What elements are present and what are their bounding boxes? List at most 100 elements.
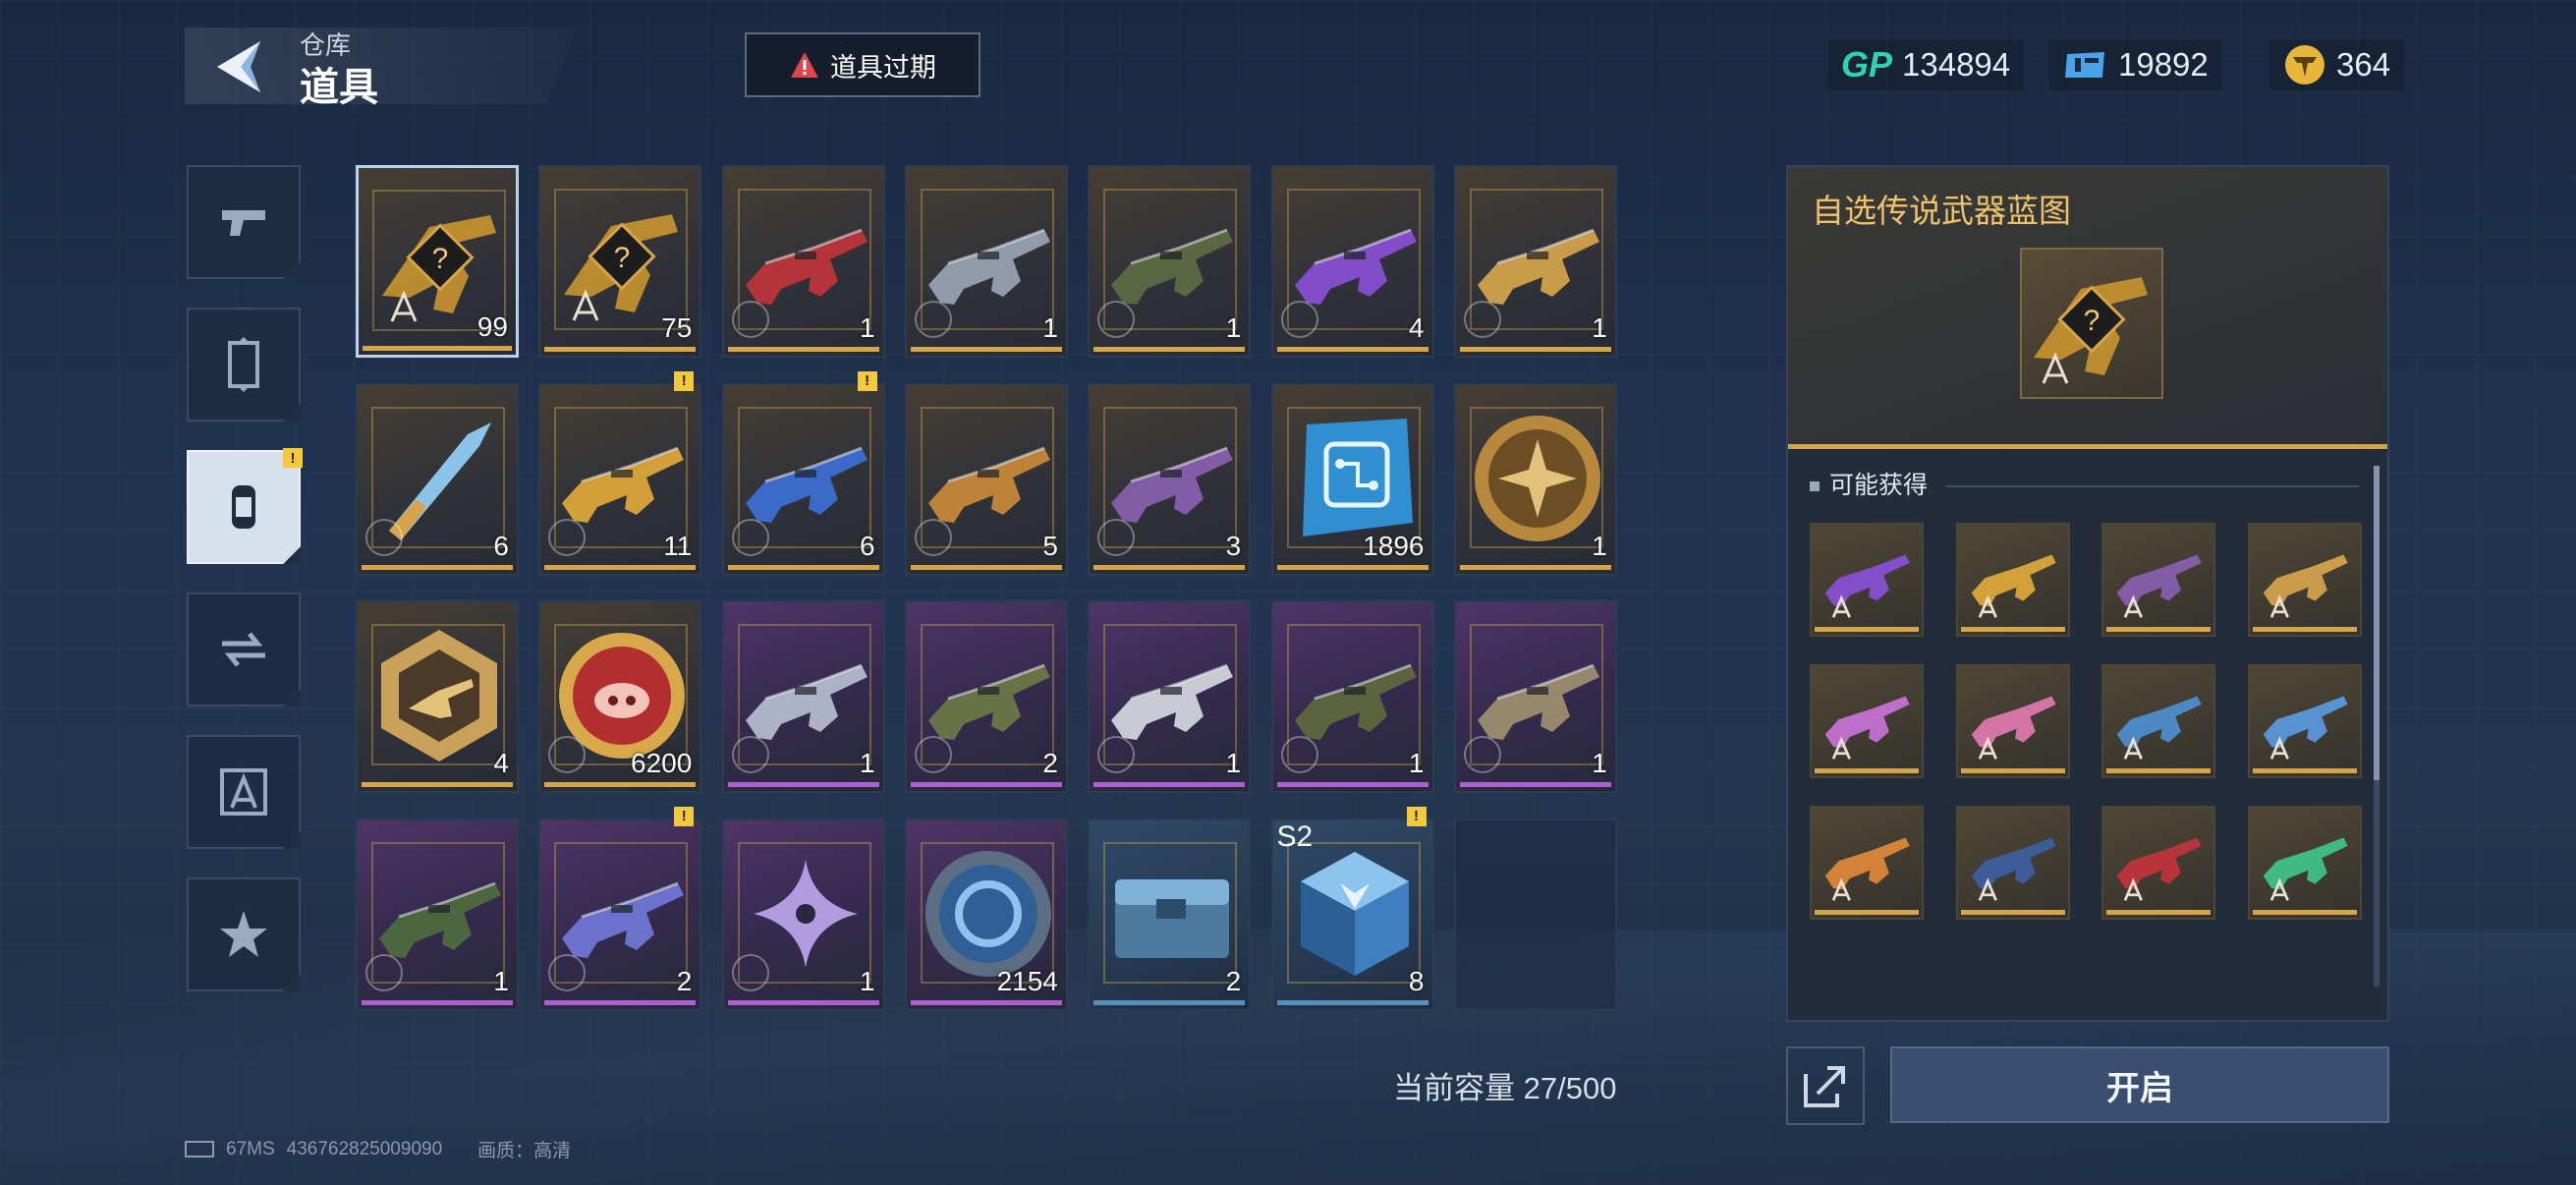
possible-reward-item[interactable]	[2101, 806, 2215, 920]
item-count: 1	[1592, 748, 1607, 778]
possible-reward-item[interactable]	[2101, 664, 2215, 778]
side-tab-blueprint[interactable]	[187, 735, 301, 849]
expired-items-button[interactable]: 道具过期	[745, 32, 980, 97]
inventory-item[interactable]: 2154	[904, 818, 1068, 1011]
inventory-item[interactable]: 6	[721, 382, 885, 576]
rarity-bar	[1815, 910, 1919, 915]
item-count: 2	[1042, 748, 1058, 778]
item-art	[1101, 840, 1241, 988]
rarity-bar	[2106, 910, 2211, 915]
possible-reward-item[interactable]	[1955, 523, 2070, 637]
possible-reward-item[interactable]	[1955, 664, 2070, 778]
side-tab-star[interactable]	[187, 877, 301, 991]
clock-icon	[914, 736, 952, 773]
supply-crate-icon	[1115, 878, 1230, 958]
rarity-bar	[2106, 627, 2211, 632]
inventory-item[interactable]: 1	[1088, 600, 1252, 793]
rarity-bar	[363, 346, 512, 351]
item-count: 6	[860, 530, 875, 561]
possible-reward-item[interactable]	[2247, 806, 2362, 920]
detail-title: 自选传说武器蓝图	[1812, 193, 2071, 229]
inventory-item[interactable]: 3	[1088, 382, 1252, 576]
back-button[interactable]	[211, 37, 270, 96]
inventory-item[interactable]: 1	[356, 818, 519, 1011]
rarity-bar	[2252, 627, 2357, 632]
sniper-rifle-icon	[2116, 554, 2202, 618]
currency-ticket: 19892	[2049, 39, 2222, 90]
clock-icon	[914, 518, 952, 556]
capacity-text: 当前容量 27/500	[1393, 1071, 1617, 1105]
inventory-item[interactable]: 2	[538, 818, 702, 1011]
item-count: 1	[493, 965, 509, 996]
item-count: 1	[860, 965, 875, 996]
tab-corner	[283, 404, 301, 422]
rarity-bar	[1960, 768, 2065, 773]
inventory-item[interactable]: 2	[904, 600, 1068, 793]
inventory-item[interactable]: 1896	[1270, 382, 1434, 576]
possible-reward-item[interactable]	[2247, 523, 2362, 637]
rarity-bar	[1093, 999, 1246, 1005]
clock-icon	[731, 736, 769, 773]
warning-icon	[791, 52, 818, 78]
side-tab-pistol[interactable]	[187, 165, 301, 279]
rarity-bar	[910, 564, 1062, 570]
possible-reward-item[interactable]	[1955, 806, 2070, 920]
item-art	[1468, 405, 1607, 552]
item-count: 1896	[1363, 530, 1425, 561]
possible-reward-item[interactable]	[1810, 664, 1924, 778]
rarity-bar	[362, 564, 513, 570]
back-arrow-icon	[217, 41, 260, 92]
rarity-bar	[544, 564, 697, 570]
clock-icon	[1280, 301, 1318, 338]
inventory-item[interactable]: ? 75	[538, 165, 702, 358]
rarity-bar	[727, 782, 879, 787]
inventory-item[interactable]: 1	[1453, 165, 1617, 358]
share-icon	[1804, 1066, 1845, 1107]
heading-rule	[1945, 485, 2359, 488]
inventory-item[interactable]: 6	[356, 382, 519, 576]
orange-rifle-icon	[1824, 837, 1910, 901]
inventory-item[interactable]: 5	[904, 382, 1068, 576]
side-tab-supply-item[interactable]: !	[187, 448, 303, 564]
side-tab-skin-card[interactable]	[187, 308, 301, 422]
detail-divider	[1788, 444, 2387, 449]
inventory-item[interactable]: 1	[1088, 165, 1252, 358]
rarity-bar	[1960, 910, 2065, 915]
bullet-icon	[1810, 481, 1820, 492]
inventory-item[interactable]: 2	[1088, 818, 1252, 1011]
clock-icon	[1097, 736, 1136, 773]
inventory-item[interactable]: 1	[904, 165, 1068, 358]
new-badge-icon: !	[674, 370, 695, 391]
inventory-item[interactable]: 1	[1453, 600, 1617, 793]
rarity-bar	[1276, 564, 1428, 570]
share-button[interactable]	[1786, 1046, 1865, 1125]
item-count: 1	[1225, 312, 1242, 343]
inventory-item[interactable]: S2 8	[1270, 818, 1434, 1011]
quality-text: 画质：高清	[477, 1141, 572, 1161]
side-tab-transfer[interactable]	[187, 592, 301, 706]
inventory-item[interactable]: 1	[1453, 382, 1617, 576]
inventory-item[interactable]: 1	[721, 600, 885, 793]
inventory-item[interactable]: ? 99	[356, 165, 519, 358]
inventory-item[interactable]: 6200	[538, 600, 702, 793]
svg-text:?: ?	[2084, 305, 2100, 337]
item-count: 8	[1408, 965, 1425, 996]
inventory-item[interactable]: 4	[356, 600, 519, 793]
possible-reward-item[interactable]	[2101, 523, 2215, 637]
scrollbar-thumb[interactable]	[2374, 466, 2380, 780]
inventory-item[interactable]: 4	[1270, 165, 1434, 358]
open-button[interactable]: 开启	[1890, 1046, 2389, 1123]
rarity-bar	[1276, 782, 1428, 787]
item-count: 1	[1592, 530, 1607, 561]
item-count: 6	[493, 530, 509, 561]
inventory-item[interactable]: 1	[721, 165, 885, 358]
possible-reward-item[interactable]	[1810, 523, 1924, 637]
rarity-bar	[544, 347, 697, 352]
possible-reward-item[interactable]	[2247, 664, 2362, 778]
clock-icon	[548, 953, 587, 991]
inventory-item[interactable]: 1	[721, 818, 885, 1011]
rewards-scrollbar[interactable]	[2374, 466, 2380, 987]
inventory-item[interactable]: 11	[538, 382, 702, 576]
possible-reward-item[interactable]	[1810, 806, 1924, 920]
inventory-item[interactable]: 1	[1270, 600, 1434, 793]
